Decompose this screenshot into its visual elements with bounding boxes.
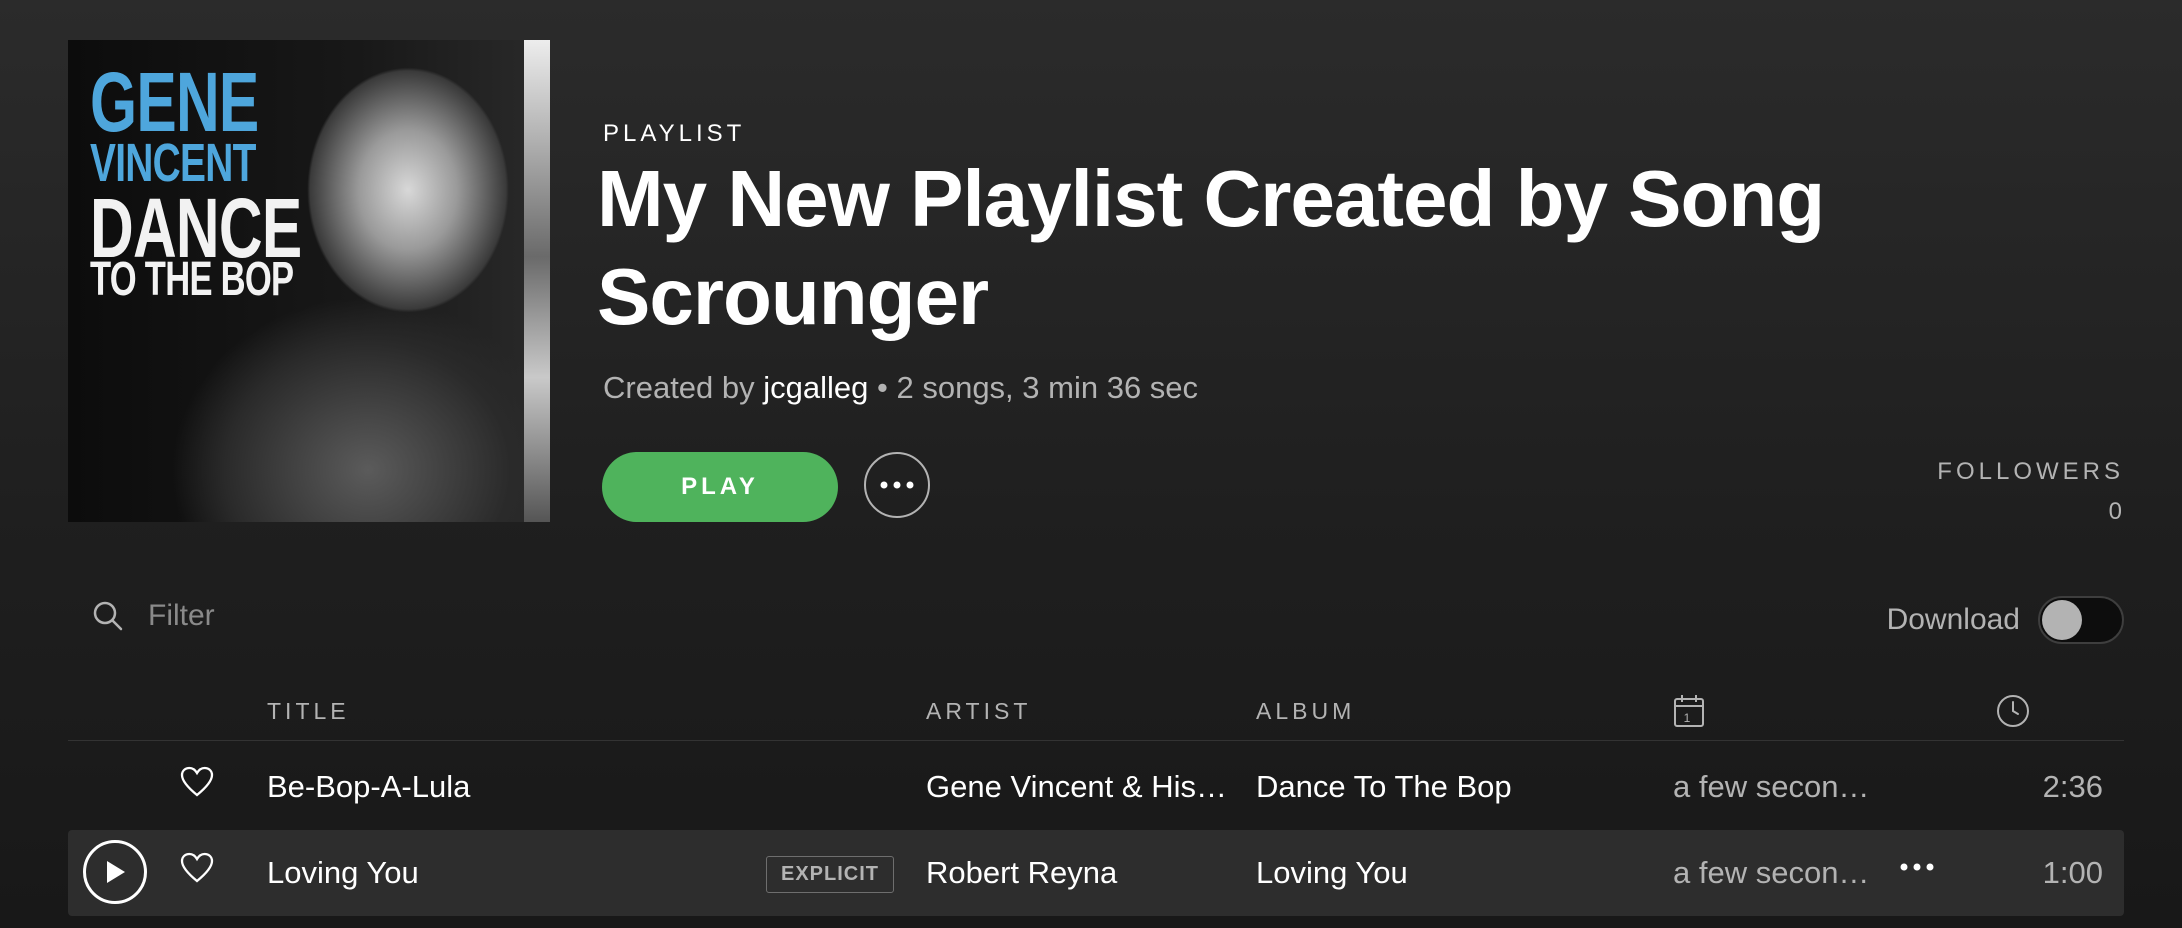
followers-label: FOLLOWERS xyxy=(1937,458,2124,485)
playlist-summary: • 2 songs, 3 min 36 sec xyxy=(877,370,1199,405)
cover-art-background-strip xyxy=(524,40,550,522)
track-date-added: a few secon… xyxy=(1673,855,1870,890)
more-horizontal-icon xyxy=(1900,863,1934,871)
playlist-title: My New Playlist Created by Song Scrounge… xyxy=(597,154,1825,341)
filter-bar xyxy=(92,598,450,634)
play-button[interactable]: PLAY xyxy=(602,452,838,522)
track-duration: 2:36 xyxy=(2042,769,2103,804)
more-horizontal-icon xyxy=(880,481,914,489)
column-header-title[interactable]: TITLE xyxy=(267,698,350,725)
followers-panel: FOLLOWERS 0 xyxy=(1937,458,2124,526)
clock-icon xyxy=(1997,695,2029,727)
filter-input[interactable] xyxy=(146,598,450,634)
track-play-button[interactable] xyxy=(83,840,147,904)
owner-link[interactable]: jcgalleg xyxy=(763,370,868,405)
playlist-type-label: PLAYLIST xyxy=(603,120,746,147)
heart-icon[interactable] xyxy=(180,766,214,803)
track-title[interactable]: Loving You xyxy=(267,830,747,916)
track-row[interactable]: Be-Bop-A-Lula Gene Vincent & His… Dance … xyxy=(68,744,2124,830)
download-label: Download xyxy=(1886,603,2020,636)
column-header-date-added[interactable]: 1 xyxy=(1673,694,1705,734)
created-by-label: Created by xyxy=(603,370,755,405)
download-toggle[interactable] xyxy=(2038,596,2124,644)
column-header-album[interactable]: ALBUM xyxy=(1256,698,1355,725)
track-date-added: a few secon… xyxy=(1673,769,1870,804)
more-options-button[interactable] xyxy=(864,452,930,518)
track-album[interactable]: Loving You xyxy=(1256,830,1646,916)
track-artist[interactable]: Robert Reyna xyxy=(926,830,1226,916)
cover-art-artist-first: GENE xyxy=(90,55,259,149)
cover-art-album-line2: TO THE BOP xyxy=(90,253,294,306)
column-header-artist[interactable]: ARTIST xyxy=(926,698,1031,725)
playlist-meta: Created by jcgalleg • 2 songs, 3 min 36 … xyxy=(603,370,1198,406)
track-title[interactable]: Be-Bop-A-Lula xyxy=(267,744,747,830)
tracklist-header: TITLE ARTIST ALBUM 1 xyxy=(68,690,2124,741)
explicit-badge: EXPLICIT xyxy=(766,856,895,893)
column-header-duration[interactable] xyxy=(1996,694,2030,734)
play-icon xyxy=(107,861,125,883)
heart-icon[interactable] xyxy=(180,852,214,889)
search-icon xyxy=(93,601,123,631)
track-album[interactable]: Dance To The Bop xyxy=(1256,744,1646,830)
calendar-icon: 1 xyxy=(1674,695,1704,727)
playlist-cover-art: GENE VINCENT DANCE TO THE BOP xyxy=(68,40,550,522)
track-artist[interactable]: Gene Vincent & His… xyxy=(926,744,1226,830)
track-row-hovered[interactable]: Loving You EXPLICIT Robert Reyna Loving … xyxy=(68,830,2124,916)
followers-count: 0 xyxy=(2108,498,2124,525)
download-control: Download xyxy=(1887,596,2124,644)
toggle-knob xyxy=(2042,600,2082,640)
track-duration: 1:00 xyxy=(2042,855,2103,890)
track-more-button[interactable] xyxy=(1900,858,1934,876)
calendar-icon-day: 1 xyxy=(1684,711,1695,725)
